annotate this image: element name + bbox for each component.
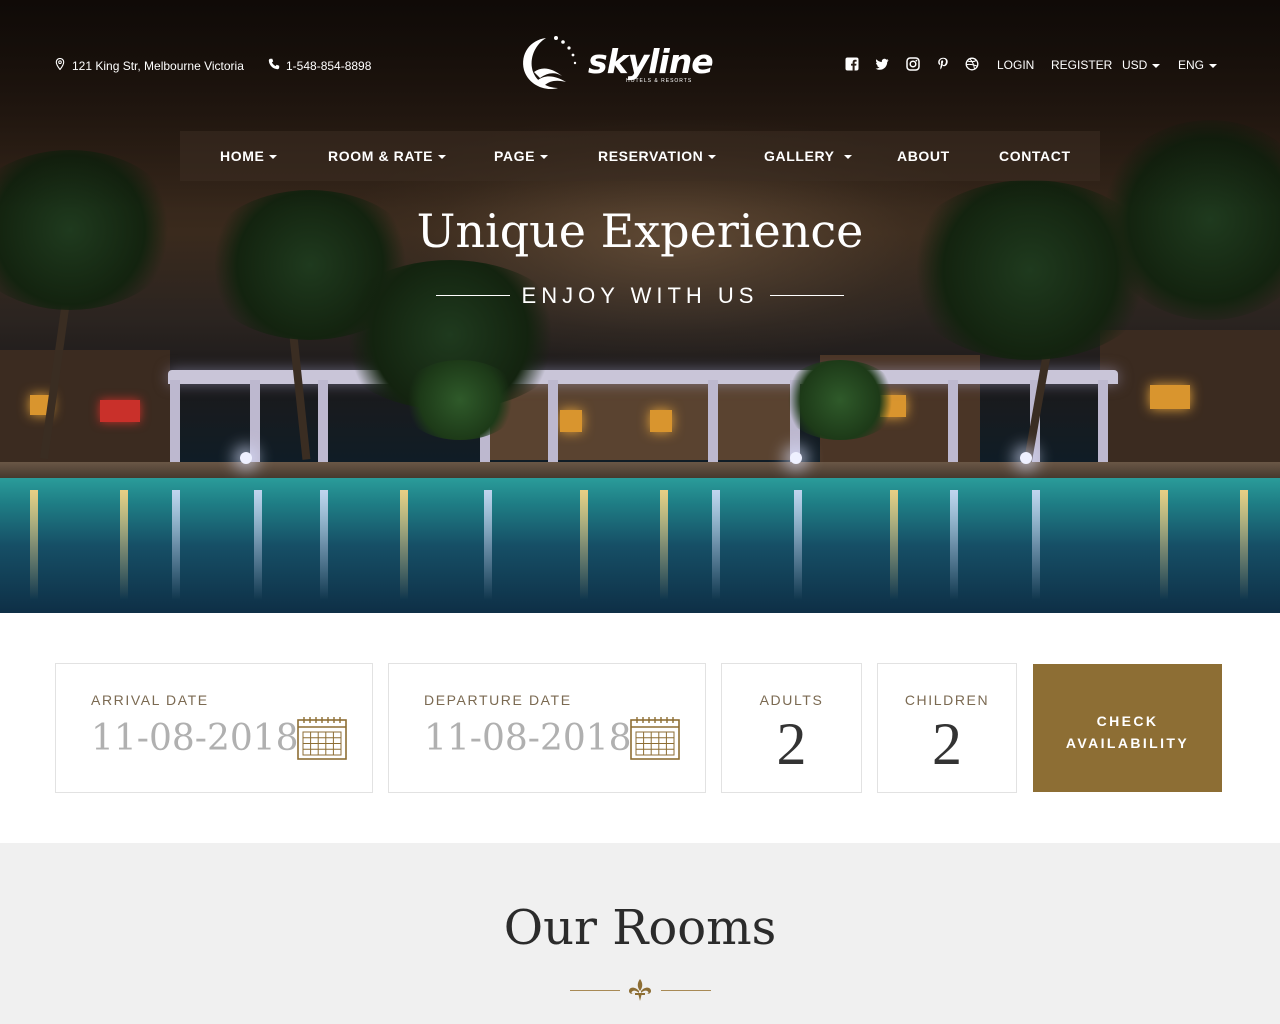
departure-date-value[interactable]: 11-08-2018 <box>424 718 632 759</box>
instagram-icon[interactable] <box>906 57 920 71</box>
pinterest-icon[interactable] <box>936 57 950 71</box>
language-dropdown[interactable]: ENG <box>1178 58 1218 72</box>
login-link[interactable]: LOGIN <box>997 58 1034 72</box>
chevron-down-icon <box>708 155 717 160</box>
hero-subtitle: ENJOY WITH US <box>521 283 759 308</box>
hero-title: Unique Experience <box>416 204 864 258</box>
children-label: CHILDREN <box>904 692 990 708</box>
map-pin-icon <box>54 57 66 73</box>
check-button-line1: CHECK <box>1096 713 1159 729</box>
fleur-de-lis-icon <box>629 979 651 1001</box>
skyline-logo[interactable]: skyline HOTELS & RESORTS <box>516 32 726 96</box>
divider-line <box>661 990 711 991</box>
adults-label: ADULTS <box>759 692 824 708</box>
address-info: 121 King Str, Melbourne Victoria <box>54 57 244 73</box>
chevron-down-icon <box>1209 63 1218 68</box>
twitter-icon[interactable] <box>875 57 889 71</box>
logo-wordmark: skyline <box>588 42 714 81</box>
logo-tagline: HOTELS & RESORTS <box>626 78 693 84</box>
currency-dropdown[interactable]: USD <box>1122 58 1161 72</box>
nav-label: GALLERY <box>764 148 835 164</box>
departure-date-label: DEPARTURE DATE <box>424 692 572 708</box>
language-value: ENG <box>1178 58 1205 72</box>
nav-item-about[interactable]: ABOUT <box>897 148 950 164</box>
chevron-down-icon <box>843 155 852 160</box>
check-availability-button[interactable]: CHECK AVAILABILITY <box>1033 664 1222 792</box>
nav-label: RESERVATION <box>598 148 704 164</box>
nav-label: HOME <box>220 148 265 164</box>
nav-item-contact[interactable]: CONTACT <box>999 148 1071 164</box>
divider-line <box>570 990 620 991</box>
divider-line <box>770 295 844 296</box>
check-button-line2: AVAILABILITY <box>1065 735 1190 751</box>
chevron-down-icon <box>540 155 549 160</box>
calendar-icon[interactable] <box>630 716 680 760</box>
register-link[interactable]: REGISTER <box>1051 58 1112 72</box>
arrival-date-value[interactable]: 11-08-2018 <box>91 718 299 759</box>
top-bar: 121 King Str, Melbourne Victoria 1-548-8… <box>0 0 1280 130</box>
nav-item-reservation[interactable]: RESERVATION <box>598 148 717 164</box>
arrival-date-label: ARRIVAL DATE <box>91 692 209 708</box>
chevron-down-icon <box>1152 63 1161 68</box>
nav-item-room-rate[interactable]: ROOM & RATE <box>328 148 447 164</box>
adults-value[interactable]: 2 <box>721 710 862 779</box>
phone-text: 1-548-854-8898 <box>286 58 372 73</box>
phone-info[interactable]: 1-548-854-8898 <box>268 58 371 73</box>
currency-value: USD <box>1122 58 1148 72</box>
nav-label: ROOM & RATE <box>328 148 434 164</box>
nav-item-page[interactable]: PAGE <box>494 148 549 164</box>
chevron-down-icon <box>438 155 447 160</box>
calendar-icon[interactable] <box>297 716 347 760</box>
dribbble-icon[interactable] <box>965 57 979 71</box>
chevron-down-icon <box>269 155 278 160</box>
nav-item-home[interactable]: HOME <box>220 148 278 164</box>
logo-emblem-icon <box>523 36 577 90</box>
children-value[interactable]: 2 <box>877 710 1017 779</box>
nav-label: PAGE <box>494 148 536 164</box>
rooms-title: Our Rooms <box>503 900 777 956</box>
address-text: 121 King Str, Melbourne Victoria <box>72 58 244 73</box>
facebook-icon[interactable] <box>845 57 859 71</box>
phone-icon <box>268 58 280 73</box>
nav-item-gallery[interactable]: GALLERY <box>764 148 852 164</box>
